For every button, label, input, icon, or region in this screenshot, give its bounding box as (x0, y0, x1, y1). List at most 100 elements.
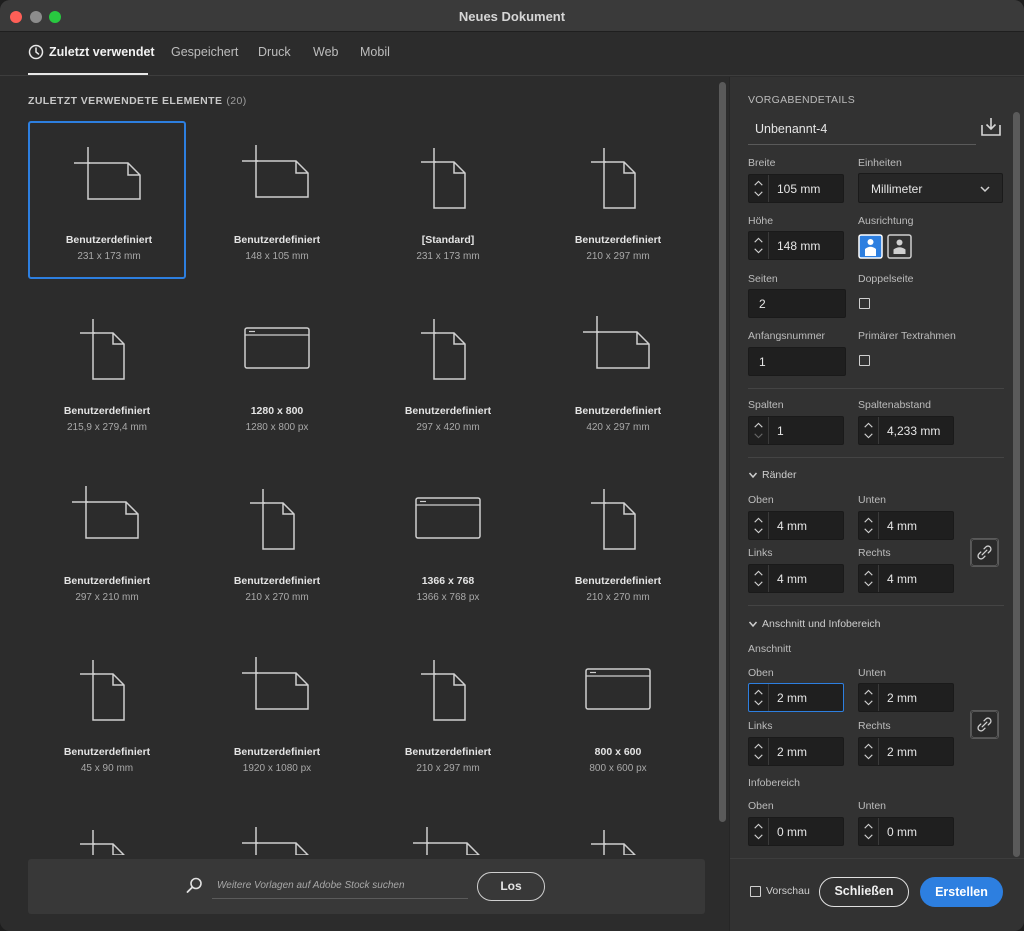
margin-right-stepper[interactable]: 4 mm (858, 564, 954, 593)
browser-window-icon (585, 668, 651, 710)
stepper-arrows-icon[interactable] (859, 565, 879, 592)
preset-tile[interactable]: Benutzerdefiniert 210 x 297 mm (539, 121, 697, 279)
slug-top-value: 0 mm (777, 825, 807, 839)
tab-mobile[interactable]: Mobil (360, 45, 390, 59)
units-value: Millimeter (871, 182, 923, 196)
details-scrollbar[interactable] (1013, 112, 1020, 857)
chevron-down-icon (748, 621, 758, 628)
units-select[interactable]: Millimeter (858, 173, 1003, 203)
preset-tile[interactable]: Benutzerdefiniert 210 x 270 mm (539, 462, 697, 620)
stepper-arrows-icon[interactable] (859, 417, 879, 444)
bleed-left-label: Links (748, 720, 773, 732)
bleed-label: Anschnitt (748, 643, 792, 655)
landscape-page-icon (242, 657, 309, 710)
landscape-page-icon (242, 827, 309, 855)
preset-tile[interactable] (369, 803, 527, 855)
width-stepper[interactable]: 105 mm (748, 174, 844, 203)
margin-top-stepper[interactable]: 4 mm (748, 511, 844, 540)
gutter-label: Spaltenabstand (858, 399, 931, 411)
recent-presets-pane: ZULETZT VERWENDETE ELEMENTE (20) Benutzer… (0, 77, 729, 931)
stepper-arrows-icon[interactable] (749, 175, 769, 202)
preset-tile[interactable]: 800 x 600 800 x 600 px (539, 633, 697, 791)
columns-stepper[interactable]: 1 (748, 416, 844, 445)
margin-bottom-stepper[interactable]: 4 mm (858, 511, 954, 540)
bleed-right-stepper[interactable]: 2 mm (858, 737, 954, 766)
bleed-bottom-stepper[interactable]: 2 mm (858, 683, 954, 712)
preset-tile[interactable]: 1280 x 800 1280 x 800 px (198, 292, 356, 450)
tab-print[interactable]: Druck (258, 45, 291, 59)
active-tab-indicator (28, 73, 148, 75)
bleed-left-value: 2 mm (777, 745, 807, 759)
tab-recent[interactable]: Zuletzt verwendet (49, 45, 155, 59)
preset-tile[interactable]: [Standard] 231 x 173 mm (369, 121, 527, 279)
preset-name: Benutzerdefiniert (65, 234, 153, 246)
divider (748, 605, 1004, 606)
preset-tile[interactable]: Benutzerdefiniert 1920 x 1080 px (198, 633, 356, 791)
preset-size: 148 x 105 mm (245, 251, 309, 262)
stepper-arrows-icon[interactable] (749, 417, 769, 444)
link-margins-icon[interactable] (970, 538, 999, 567)
stepper-arrows-icon[interactable] (749, 512, 769, 539)
preset-tile[interactable] (539, 803, 697, 855)
margin-left-stepper[interactable]: 4 mm (748, 564, 844, 593)
preset-tile[interactable]: Benutzerdefiniert 210 x 270 mm (198, 462, 356, 620)
stepper-arrows-icon[interactable] (859, 738, 879, 765)
slug-bottom-stepper[interactable]: 0 mm (858, 817, 954, 846)
preset-size: 231 x 173 mm (416, 251, 480, 262)
stepper-arrows-icon[interactable] (749, 738, 769, 765)
facing-pages-checkbox[interactable] (859, 298, 870, 309)
preset-tile[interactable]: Benutzerdefiniert 148 x 105 mm (198, 121, 356, 279)
preset-grid: Benutzerdefiniert 231 x 173 mm Benutzerdef… (0, 117, 714, 855)
close-button[interactable]: Schließen (819, 877, 909, 907)
stepper-arrows-icon[interactable] (859, 684, 879, 711)
preset-tile[interactable]: 1366 x 768 1366 x 768 px (369, 462, 527, 620)
preset-tile[interactable]: Benutzerdefiniert 210 x 297 mm (369, 633, 527, 791)
stepper-arrows-icon[interactable] (749, 232, 769, 259)
grid-scrollbar[interactable] (719, 82, 726, 822)
tab-web[interactable]: Web (313, 45, 338, 59)
bleed-slug-section-label: Anschnitt und Infobereich (762, 618, 881, 630)
tab-saved[interactable]: Gespeichert (171, 45, 238, 59)
stepper-arrows-icon[interactable] (749, 684, 769, 711)
preset-tile[interactable]: Benutzerdefiniert 297 x 420 mm (369, 292, 527, 450)
bleed-slug-section-toggle[interactable]: Anschnitt und Infobereich (748, 618, 881, 630)
slug-top-label: Oben (748, 800, 774, 812)
landscape-orientation-icon[interactable] (887, 234, 912, 259)
search-go-button[interactable]: Los (477, 872, 545, 901)
preset-size: 45 x 90 mm (80, 763, 134, 774)
preset-tile[interactable] (28, 803, 186, 855)
preset-name-field[interactable]: Unbenannt-4 (748, 115, 976, 145)
preset-tile[interactable]: Benutzerdefiniert 420 x 297 mm (539, 292, 697, 450)
preset-name: Benutzerdefiniert (63, 405, 151, 417)
start-number-field[interactable]: 1 (748, 347, 846, 376)
stepper-arrows-icon[interactable] (749, 818, 769, 845)
footer-divider (730, 858, 1024, 859)
pages-field[interactable]: 2 (748, 289, 846, 318)
stepper-arrows-icon[interactable] (859, 818, 879, 845)
stepper-arrows-icon[interactable] (749, 565, 769, 592)
margins-section-toggle[interactable]: Ränder (748, 469, 796, 481)
primary-text-frame-checkbox[interactable] (859, 355, 870, 366)
margin-left-label: Links (748, 547, 773, 559)
preset-tile[interactable]: Benutzerdefiniert 215,9 x 279,4 mm (28, 292, 186, 450)
stock-search-input[interactable] (212, 873, 468, 899)
preset-tile[interactable]: Benutzerdefiniert 297 x 210 mm (28, 462, 186, 620)
gutter-stepper[interactable]: 4,233 mm (858, 416, 954, 445)
preview-checkbox[interactable] (750, 886, 761, 897)
slug-top-stepper[interactable]: 0 mm (748, 817, 844, 846)
portrait-orientation-icon[interactable] (858, 234, 883, 259)
units-label: Einheiten (858, 157, 902, 169)
preset-tile[interactable] (198, 803, 356, 855)
save-preset-icon[interactable] (980, 117, 1002, 137)
margin-right-label: Rechts (858, 547, 891, 559)
preset-tile[interactable]: Benutzerdefiniert 45 x 90 mm (28, 633, 186, 791)
height-stepper[interactable]: 148 mm (748, 231, 844, 260)
bleed-left-stepper[interactable]: 2 mm (748, 737, 844, 766)
landscape-page-icon (74, 147, 141, 200)
create-button[interactable]: Erstellen (920, 877, 1003, 907)
stepper-arrows-icon[interactable] (859, 512, 879, 539)
link-bleed-icon[interactable] (970, 710, 999, 739)
preset-tile[interactable]: Benutzerdefiniert 231 x 173 mm (28, 121, 186, 279)
landscape-page-icon (242, 145, 309, 198)
bleed-top-stepper[interactable]: 2 mm (748, 683, 844, 712)
